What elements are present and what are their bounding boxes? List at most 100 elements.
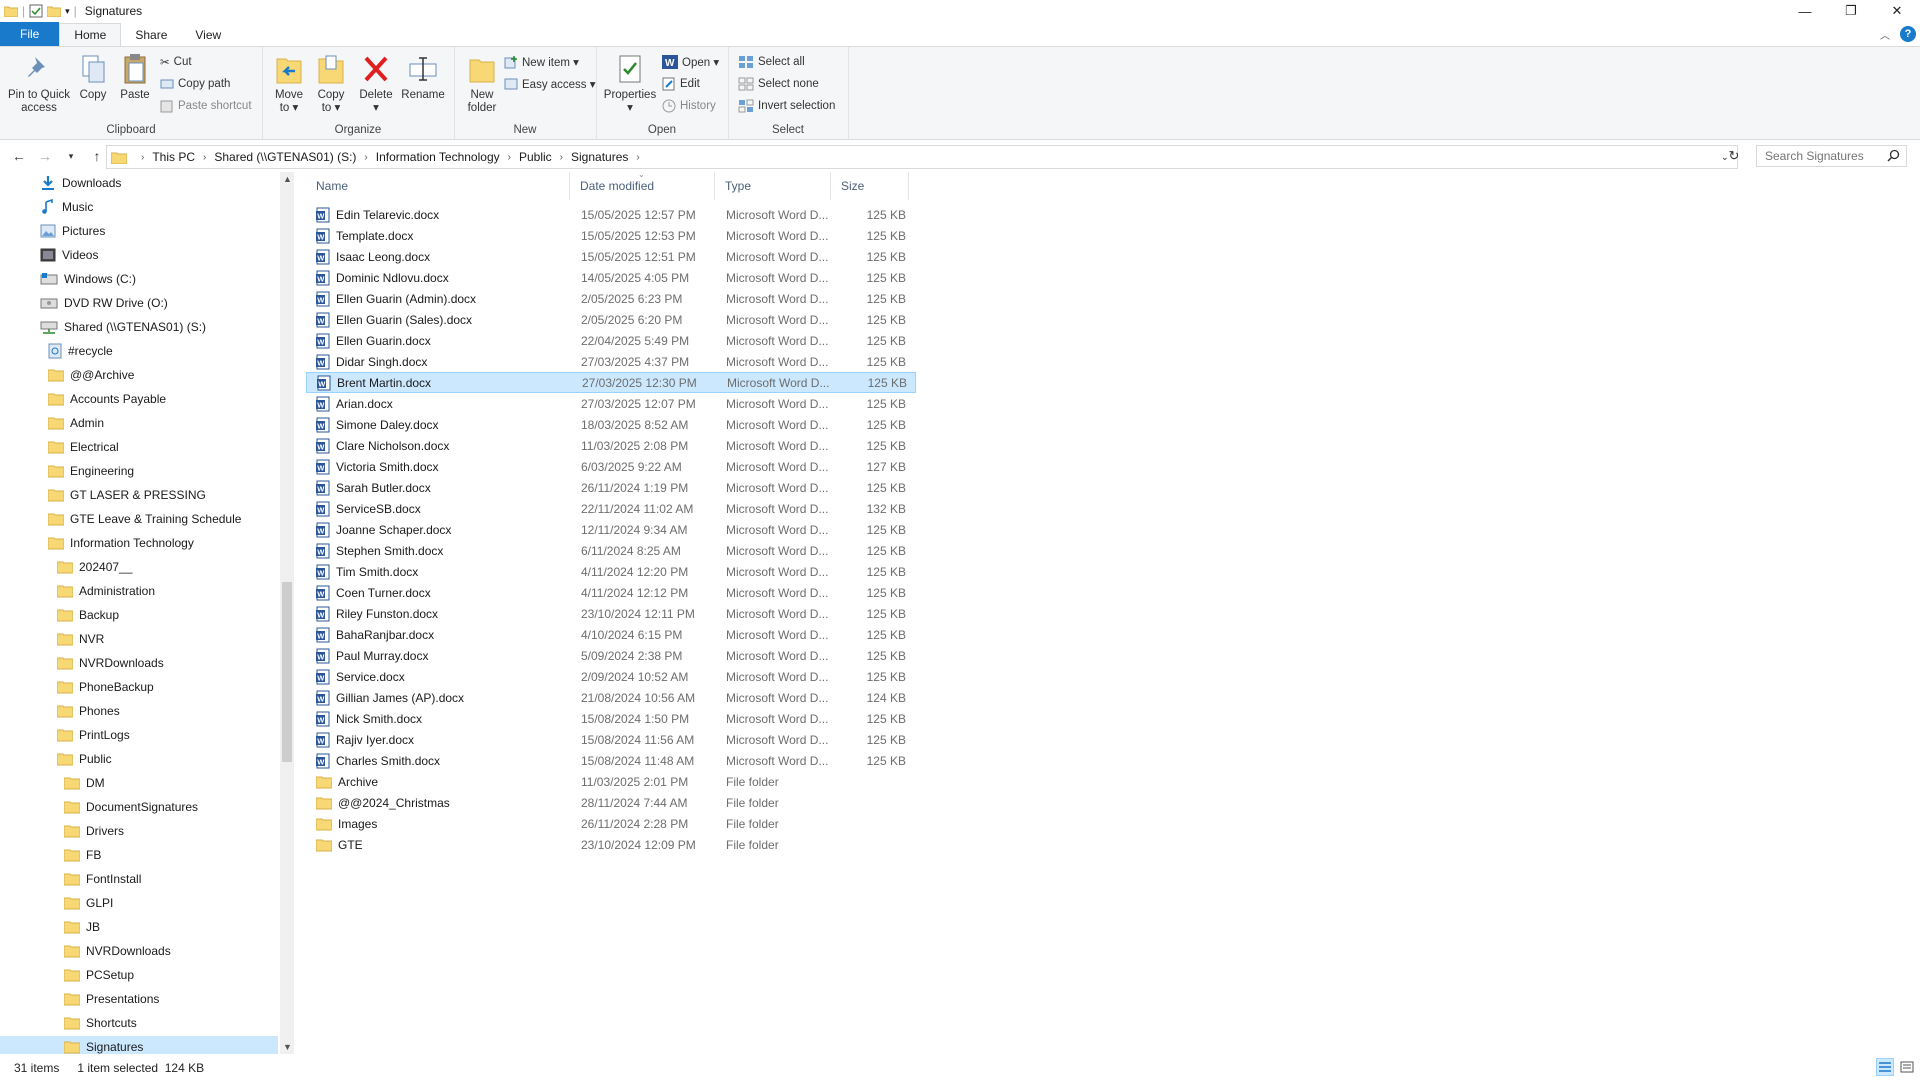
file-row[interactable]: W Joanne Schaper.docx 12/11/2024 9:34 AM Mi… <box>306 519 916 540</box>
file-row[interactable]: W Arian.docx 27/03/2025 12:07 PM Microsoft … <box>306 393 916 414</box>
select-none-button[interactable]: Select none <box>738 75 819 93</box>
nav-item[interactable]: Public <box>57 748 112 770</box>
delete-button[interactable]: Delete ▾ <box>356 51 396 115</box>
file-row[interactable]: W Coen Turner.docx 4/11/2024 12:12 PM Micro… <box>306 582 916 603</box>
nav-item[interactable]: FB <box>64 844 101 866</box>
nav-item[interactable]: Engineering <box>48 460 134 482</box>
file-row[interactable]: W Isaac Leong.docx 15/05/2025 12:51 PM Micr… <box>306 246 916 267</box>
maximize-button[interactable]: ❐ <box>1828 0 1874 22</box>
collapse-ribbon-icon[interactable]: ︿ <box>1880 27 1890 42</box>
breadcrumb-item[interactable]: This PC <box>152 150 195 164</box>
up-arrow-icon[interactable]: ↑ <box>86 148 108 164</box>
nav-item[interactable]: Admin <box>48 412 104 434</box>
nav-item[interactable]: Backup <box>57 604 119 626</box>
search-input[interactable] <box>1763 148 1887 164</box>
file-row[interactable]: W Ellen Guarin (Admin).docx 2/05/2025 6:23… <box>306 288 916 309</box>
select-all-button[interactable]: Select all <box>738 53 805 71</box>
nav-item[interactable]: DM <box>64 772 105 794</box>
nav-item[interactable]: Shared (\\GTENAS01) (S:) <box>40 316 206 338</box>
nav-item[interactable]: Accounts Payable <box>48 388 166 410</box>
nav-item[interactable]: 202407__ <box>57 556 132 578</box>
nav-item[interactable]: Administration <box>57 580 155 602</box>
file-row[interactable]: W Rajiv Iyer.docx 15/08/2024 11:56 AM Micro… <box>306 729 916 750</box>
rename-button[interactable]: Rename <box>400 51 446 102</box>
nav-item[interactable]: PrintLogs <box>57 724 130 746</box>
nav-item[interactable]: Information Technology <box>48 532 194 554</box>
nav-item[interactable]: Windows (C:) <box>40 268 136 290</box>
cut-button[interactable]: ✂ Cut <box>160 53 192 71</box>
breadcrumb-item[interactable]: Signatures <box>571 150 628 164</box>
nav-item[interactable]: Shortcuts <box>64 1012 137 1034</box>
file-row[interactable]: W BahaRanjbar.docx 4/10/2024 6:15 PM Micros… <box>306 624 916 645</box>
invert-selection-button[interactable]: Invert selection <box>738 97 835 115</box>
paste-shortcut-button[interactable]: Paste shortcut <box>160 97 252 115</box>
nav-item[interactable]: Videos <box>40 244 98 266</box>
nav-item[interactable]: JB <box>64 916 100 938</box>
nav-item[interactable]: GTE Leave & Training Schedule <box>48 508 241 530</box>
file-row[interactable]: W Gillian James (AP).docx 21/08/2024 10:56… <box>306 687 916 708</box>
column-header-date[interactable]: Date modified ⌄ <box>570 170 715 200</box>
copy-to-button[interactable]: Copy to ▾ <box>312 51 350 115</box>
open-button[interactable]: W Open ▾ <box>662 53 719 71</box>
forward-arrow-icon[interactable]: → <box>34 148 56 164</box>
file-row[interactable]: W Clare Nicholson.docx 11/03/2025 2:08 PM M… <box>306 435 916 456</box>
minimize-button[interactable]: — <box>1782 0 1828 22</box>
scrollbar-thumb[interactable] <box>282 582 292 762</box>
search-icon[interactable] <box>1887 149 1900 162</box>
nav-item[interactable]: NVRDownloads <box>57 652 164 674</box>
chevron-right-icon[interactable]: › <box>141 152 144 163</box>
nav-item[interactable]: NVRDownloads <box>64 940 171 962</box>
chevron-right-icon[interactable]: › <box>508 152 511 163</box>
nav-item[interactable]: Drivers <box>64 820 124 842</box>
large-icons-view-icon[interactable] <box>1898 1058 1916 1076</box>
file-row[interactable]: W Ellen Guarin (Sales).docx 2/05/2025 6:20… <box>306 309 916 330</box>
scroll-down-icon[interactable]: ▼ <box>283 1042 292 1052</box>
tab-home[interactable]: Home <box>59 23 122 46</box>
properties-button[interactable]: Properties ▾ <box>602 51 658 115</box>
chevron-right-icon[interactable]: › <box>203 152 206 163</box>
move-to-button[interactable]: Move to ▾ <box>270 51 308 115</box>
nav-item[interactable]: GT LASER & PRESSING <box>48 484 206 506</box>
file-row[interactable]: @@2024_Christmas 28/11/2024 7:44 AM File f… <box>306 792 916 813</box>
new-folder-quick-icon[interactable] <box>47 5 62 17</box>
file-row[interactable]: W Template.docx 15/05/2025 12:53 PM Microso… <box>306 225 916 246</box>
file-row[interactable]: W Tim Smith.docx 4/11/2024 12:20 PM Microso… <box>306 561 916 582</box>
nav-item[interactable]: PCSetup <box>64 964 134 986</box>
history-button[interactable]: History <box>662 97 716 115</box>
file-row[interactable]: W Edin Telarevic.docx 15/05/2025 12:57 PM M… <box>306 204 916 225</box>
breadcrumb-item[interactable]: Information Technology <box>376 150 500 164</box>
file-row[interactable]: W ServiceSB.docx 22/11/2024 11:02 AM Micros… <box>306 498 916 519</box>
search-box[interactable] <box>1756 145 1907 167</box>
nav-item[interactable]: Electrical <box>48 436 119 458</box>
tab-file[interactable]: File <box>0 22 60 46</box>
file-row[interactable]: W Riley Funston.docx 23/10/2024 12:11 PM Mi… <box>306 603 916 624</box>
file-row[interactable]: W Dominic Ndlovu.docx 14/05/2025 4:05 PM Mi… <box>306 267 916 288</box>
breadcrumb-item[interactable]: Shared (\\GTENAS01) (S:) <box>214 150 356 164</box>
easy-access-button[interactable]: Easy access ▾ <box>504 75 596 93</box>
chevron-right-icon[interactable]: › <box>364 152 367 163</box>
nav-item[interactable]: NVR <box>57 628 104 650</box>
nav-item[interactable]: PhoneBackup <box>57 676 154 698</box>
details-view-icon[interactable] <box>1876 1058 1894 1076</box>
copy-button[interactable]: Copy <box>76 51 110 102</box>
refresh-icon[interactable]: ↻ <box>1722 145 1746 167</box>
nav-item[interactable]: GLPI <box>64 892 113 914</box>
nav-item[interactable]: DocumentSignatures <box>64 796 198 818</box>
file-row[interactable]: Archive 11/03/2025 2:01 PM File folder <box>306 771 916 792</box>
file-row[interactable]: W Nick Smith.docx 15/08/2024 1:50 PM Micros… <box>306 708 916 729</box>
file-row[interactable]: W Didar Singh.docx 27/03/2025 4:37 PM Micro… <box>306 351 916 372</box>
file-row[interactable]: W Service.docx 2/09/2024 10:52 AM Microsoft… <box>306 666 916 687</box>
file-row[interactable]: W Sarah Butler.docx 26/11/2024 1:19 PM Micr… <box>306 477 916 498</box>
nav-item[interactable]: Pictures <box>40 220 105 242</box>
column-header-size[interactable]: Size <box>831 172 909 200</box>
properties-quick-icon[interactable] <box>29 4 43 18</box>
navigation-scrollbar[interactable]: ▲ ▼ <box>280 172 294 1054</box>
chevron-down-icon[interactable]: ▾ <box>65 6 70 17</box>
file-row[interactable]: GTE 23/10/2024 12:09 PM File folder <box>306 834 916 855</box>
breadcrumb-item[interactable]: Public <box>519 150 552 164</box>
chevron-right-icon[interactable]: › <box>636 152 639 163</box>
file-row[interactable]: W Brent Martin.docx 27/03/2025 12:30 PM Mic… <box>306 372 916 393</box>
chevron-right-icon[interactable]: › <box>560 152 563 163</box>
nav-item[interactable]: FontInstall <box>64 868 141 890</box>
close-button[interactable]: ✕ <box>1874 0 1920 22</box>
